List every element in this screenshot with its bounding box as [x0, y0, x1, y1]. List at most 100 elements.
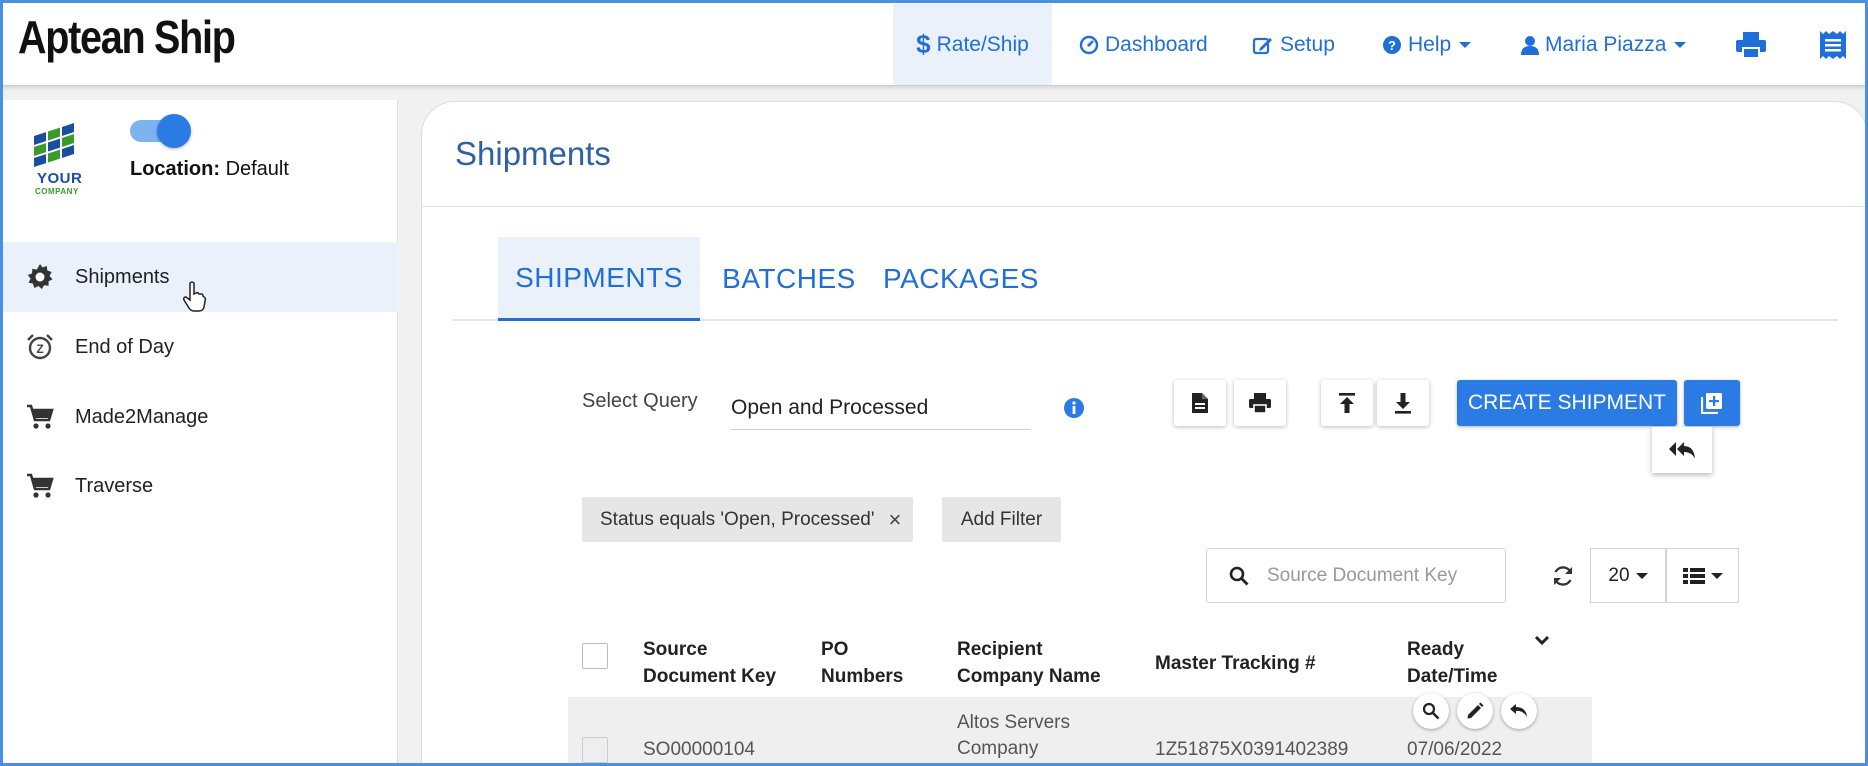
- main-panel: Shipments SHIPMENTS BATCHES PACKAGES Sel…: [421, 101, 1868, 766]
- search-box: [1206, 548, 1506, 603]
- nav-user-menu[interactable]: Maria Piazza: [1521, 4, 1687, 85]
- location-toggle[interactable]: [130, 114, 191, 148]
- tab-bar: SHIPMENTS BATCHES PACKAGES: [452, 237, 1838, 321]
- user-icon: [1521, 35, 1539, 55]
- create-shipment-menu-button[interactable]: [1684, 380, 1740, 426]
- gear-icon: [25, 262, 55, 292]
- upload-icon: [1339, 393, 1355, 413]
- chevron-down-icon: [1635, 572, 1648, 579]
- undo-row-button[interactable]: [1501, 693, 1537, 729]
- refresh-icon: [1553, 566, 1573, 586]
- page-size-value: 20: [1608, 564, 1630, 586]
- table-row[interactable]: SO00000104 Altos Servers Company 1Z51875…: [568, 693, 1592, 766]
- top-header: Aptean Ship $ Rate/Ship Dashboard Setup …: [0, 0, 1868, 86]
- page-size-select[interactable]: 20: [1590, 548, 1666, 603]
- sidebar-item-label: Shipments: [75, 265, 170, 288]
- cart-icon: [25, 471, 55, 501]
- edit-icon: [1252, 35, 1274, 55]
- reply-all-button[interactable]: [1652, 427, 1712, 473]
- nav-help-label: Help: [1408, 32, 1452, 56]
- print-button[interactable]: [1234, 380, 1286, 426]
- nav-help[interactable]: ? Help: [1382, 4, 1472, 85]
- edit-row-button[interactable]: [1457, 693, 1493, 729]
- header-line: Recipient: [957, 639, 1043, 660]
- header-line: Date/Time: [1407, 666, 1498, 687]
- column-header-recipient[interactable]: Recipient Company Name: [957, 636, 1101, 690]
- sidebar-item-traverse[interactable]: Traverse: [3, 451, 398, 521]
- download-button[interactable]: [1377, 380, 1429, 426]
- column-header-ready-date[interactable]: Ready Date/Time: [1407, 636, 1497, 690]
- cell-ready-date: 07/06/2022: [1407, 739, 1503, 760]
- document-button[interactable]: [1174, 380, 1226, 426]
- header-line: Document Key: [643, 666, 777, 687]
- receipt-nav-button[interactable]: [1819, 4, 1847, 85]
- print-nav-button[interactable]: [1735, 4, 1767, 85]
- tab-packages[interactable]: PACKAGES: [872, 237, 1050, 321]
- brand-title: Aptean Ship: [18, 11, 236, 63]
- undo-icon: [1510, 704, 1527, 717]
- receipt-icon: [1819, 30, 1847, 60]
- header-line: Numbers: [821, 666, 904, 687]
- chevron-down-icon: [1710, 572, 1723, 579]
- view-row-button[interactable]: [1413, 693, 1449, 729]
- sidebar: YOUR COMPANY Location: Default Shipments…: [3, 100, 398, 766]
- pencil-icon: [1467, 702, 1484, 719]
- column-header-source-key[interactable]: Source Document Key: [643, 636, 776, 690]
- query-select[interactable]: Open and Processed: [731, 390, 1031, 430]
- svg-text:Z: Z: [36, 342, 43, 356]
- chevron-down-icon: [1674, 41, 1687, 48]
- sidebar-item-made2manage[interactable]: Made2Manage: [3, 382, 398, 452]
- header-line: Company Name: [957, 666, 1101, 687]
- logo-text-your: YOUR: [37, 170, 83, 187]
- cell-source-key: SO00000104: [643, 739, 755, 760]
- tab-batches[interactable]: BATCHES: [714, 237, 864, 321]
- tab-shipments[interactable]: SHIPMENTS: [498, 237, 700, 321]
- upload-button[interactable]: [1321, 380, 1373, 426]
- location-display: Location: Default: [130, 158, 289, 181]
- cell-recipient: Altos Servers: [957, 712, 1070, 733]
- row-checkbox[interactable]: [582, 737, 608, 763]
- alarm-snooze-icon: Z: [25, 332, 55, 362]
- nav-setup[interactable]: Setup: [1252, 4, 1335, 85]
- list-icon: [1682, 567, 1705, 584]
- nav-rate-ship[interactable]: $ Rate/Ship: [893, 4, 1052, 85]
- chevron-down-icon[interactable]: [1534, 635, 1550, 647]
- search-input[interactable]: [1267, 564, 1487, 587]
- cell-recipient-line2: Company: [957, 738, 1039, 759]
- nav-setup-label: Setup: [1280, 32, 1335, 56]
- nav-dashboard-label: Dashboard: [1105, 32, 1208, 56]
- sidebar-item-label: Traverse: [75, 474, 154, 497]
- download-icon: [1395, 393, 1411, 414]
- add-filter-button[interactable]: Add Filter: [942, 497, 1061, 542]
- create-shipment-button[interactable]: CREATE SHIPMENT: [1457, 380, 1677, 426]
- sidebar-item-label: End of Day: [75, 335, 174, 358]
- dashboard-icon: [1079, 35, 1099, 55]
- sidebar-item-end-of-day[interactable]: Z End of Day: [3, 312, 398, 382]
- chevron-down-icon: [1459, 41, 1472, 48]
- header-line: PO: [821, 639, 849, 660]
- location-value: Default: [225, 158, 289, 180]
- info-icon[interactable]: [1063, 397, 1085, 424]
- filter-chip[interactable]: Status equals 'Open, Processed' ×: [582, 497, 914, 542]
- nav-user-label: Maria Piazza: [1545, 32, 1667, 56]
- view-mode-select[interactable]: [1666, 548, 1739, 603]
- printer-icon: [1249, 393, 1271, 414]
- column-header-po-numbers[interactable]: PO Numbers: [821, 636, 903, 690]
- company-logo: YOUR COMPANY: [28, 118, 93, 196]
- query-label: Select Query: [582, 390, 698, 412]
- filter-chip-label: Status equals 'Open, Processed': [600, 508, 875, 530]
- search-icon: [1422, 702, 1440, 720]
- select-all-checkbox[interactable]: [582, 643, 608, 669]
- header-line: Source: [643, 639, 708, 660]
- svg-text:?: ?: [1388, 38, 1396, 53]
- toggle-knob: [157, 114, 191, 148]
- column-header-tracking[interactable]: Master Tracking #: [1155, 650, 1316, 677]
- refresh-button[interactable]: [1551, 564, 1575, 593]
- nav-rate-ship-label: Rate/Ship: [936, 32, 1029, 56]
- document-icon: [1192, 393, 1208, 413]
- cell-tracking: 1Z51875X0391402389: [1155, 739, 1349, 760]
- close-icon[interactable]: ×: [888, 507, 901, 533]
- sidebar-item-label: Made2Manage: [75, 405, 209, 428]
- printer-icon: [1735, 31, 1767, 59]
- nav-dashboard[interactable]: Dashboard: [1079, 4, 1208, 85]
